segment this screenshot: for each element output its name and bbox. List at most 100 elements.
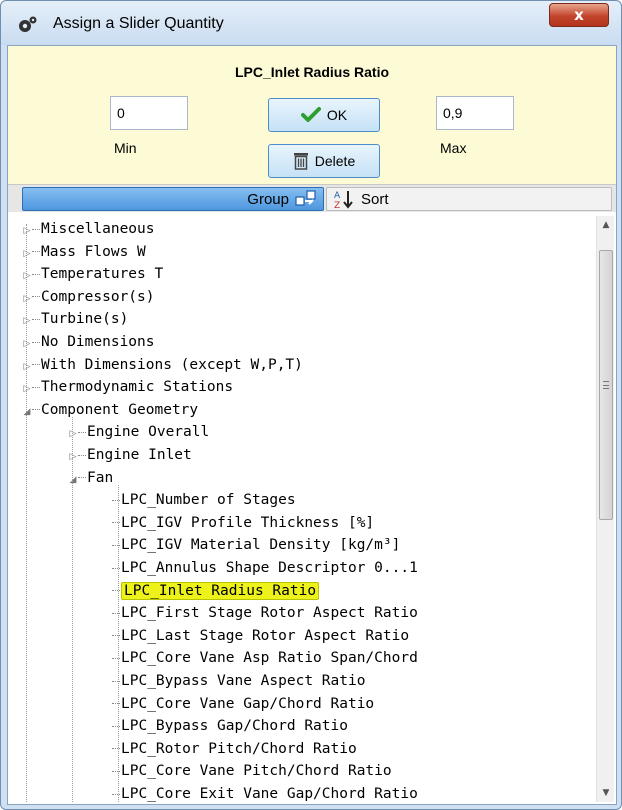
sort-button[interactable]: A Z Sort — [326, 187, 612, 211]
app-gear-icon — [19, 16, 37, 32]
expand-arrow-icon[interactable]: ▷ — [22, 378, 32, 400]
tree-node-group[interactable]: ▷ No Dimensions — [22, 331, 155, 353]
scroll-thumb[interactable] — [599, 250, 613, 520]
tree-connector — [78, 454, 86, 456]
sort-az-icon: A Z — [334, 191, 353, 209]
group-button-label: Group — [247, 190, 289, 208]
tree-item-label: Component Geometry — [41, 401, 199, 418]
svg-text:Z: Z — [334, 201, 340, 209]
tree-item-selected[interactable]: LPC_Inlet Radius Ratio — [112, 580, 320, 602]
delete-button-label: Delete — [314, 153, 356, 169]
tree-item[interactable]: LPC_Last Stage Rotor Aspect Ratio — [112, 625, 409, 647]
tree-connector — [32, 228, 40, 230]
svg-text:A: A — [334, 191, 341, 201]
scroll-up-arrow-icon[interactable]: ▲ — [597, 216, 615, 234]
tree-scrollbar[interactable]: ▲ ▼ — [596, 216, 614, 802]
trash-icon — [293, 153, 308, 170]
tree-node-subgroup[interactable]: ▷ Engine Inlet — [68, 444, 192, 466]
window-title: Assign a Slider Quantity — [53, 15, 224, 32]
tree-item-label: LPC_Core Exit Vane Gap/Chord Ratio — [121, 786, 418, 802]
tree-guide-line — [118, 485, 119, 802]
tree-item[interactable]: LPC_Rotor Pitch/Chord Ratio — [112, 738, 357, 760]
tree-node-subgroup[interactable]: ▷ Engine Overall — [68, 421, 210, 445]
tree-item[interactable]: LPC_Core Vane Gap/Chord Ratio — [112, 693, 374, 715]
tree-node-group[interactable]: ▷ With Dimensions (except W,P,T) — [22, 354, 303, 376]
grip-icon — [603, 381, 609, 389]
tree-item-label: Thermodynamic Stations — [41, 379, 234, 396]
tree-item-label: LPC_Core Vane Gap/Chord Ratio — [121, 695, 375, 712]
tree-node-group[interactable]: ▷ Temperatures T — [22, 263, 164, 287]
tree-connector — [32, 364, 40, 366]
tree-item-label: LPC_First Stage Rotor Aspect Ratio — [121, 605, 418, 622]
tree-item-label: Mass Flows W — [41, 243, 146, 260]
tree-item[interactable]: LPC_IGV Material Density [kg/m³] — [112, 534, 400, 556]
min-label: Min — [114, 140, 137, 156]
tree-item-label: LPC_Core Vane Asp Ratio Span/Chord — [121, 650, 418, 667]
quantity-tree[interactable]: ▷ Miscellaneous ▷ Mass Flows W ▷ Temperatures… — [22, 216, 596, 802]
tree-guide-line — [72, 417, 73, 802]
collapse-arrow-icon[interactable]: ◢ — [22, 401, 32, 423]
title-bar[interactable]: Assign a Slider Quantity x — [1, 1, 621, 45]
tree-item-label: With Dimensions (except W,P,T) — [41, 356, 303, 373]
max-label: Max — [440, 140, 467, 156]
close-button[interactable]: x — [549, 3, 609, 27]
tree-item-label: LPC_Inlet Radius Ratio — [121, 581, 320, 600]
tree-item[interactable]: LPC_Annulus Shape Descriptor 0...1 — [112, 557, 418, 579]
group-icon — [295, 190, 316, 206]
tree-item-label: LPC_Core Vane Pitch/Chord Ratio — [121, 763, 392, 780]
tree-node-group[interactable]: ▷ Mass Flows W — [22, 241, 146, 263]
tree-item-label: Temperatures T — [41, 266, 164, 283]
tree-item[interactable]: LPC_Core Exit Vane Gap/Chord Ratio — [112, 783, 418, 802]
tree-item-label: Engine Overall — [87, 424, 210, 441]
max-input[interactable] — [436, 96, 514, 130]
scroll-down-arrow-icon[interactable]: ▼ — [597, 784, 615, 802]
tree-node-group[interactable]: ▷ Thermodynamic Stations — [22, 376, 234, 400]
tree-connector — [32, 341, 40, 343]
tree-item[interactable]: LPC_First Stage Rotor Aspect Ratio — [112, 602, 418, 624]
tree-item[interactable]: LPC_Core Vane Pitch/Chord Ratio — [112, 760, 392, 782]
expand-arrow-icon[interactable]: ▷ — [22, 220, 32, 242]
dialog-client: LPC_Inlet Radius Ratio Min OK Delete — [7, 45, 617, 805]
tree-connector — [78, 431, 86, 433]
tree-connector — [32, 386, 40, 388]
tree-item[interactable]: LPC_IGV Profile Thickness [%] — [112, 512, 374, 534]
tree-node-group[interactable]: ▷ Turbine(s) — [22, 308, 129, 332]
expand-arrow-icon[interactable]: ▷ — [68, 446, 78, 468]
tree-item[interactable]: LPC_Bypass Gap/Chord Ratio — [112, 715, 348, 737]
quantity-title: LPC_Inlet Radius Ratio — [234, 64, 390, 80]
ok-button-label: OK — [326, 107, 348, 123]
tree-node-group[interactable]: ▷ Miscellaneous — [22, 218, 155, 240]
min-input[interactable] — [110, 96, 188, 130]
tree-toolbar: Group A Z Sort — [8, 184, 616, 212]
expand-arrow-icon[interactable]: ▷ — [22, 333, 32, 355]
tree-item-label: Miscellaneous — [41, 221, 155, 237]
expand-arrow-icon[interactable]: ▷ — [22, 243, 32, 265]
expand-arrow-icon[interactable]: ▷ — [22, 310, 32, 332]
group-button[interactable]: Group — [22, 187, 324, 211]
tree-item-label: LPC_Bypass Gap/Chord Ratio — [121, 718, 348, 735]
tree-item-label: Engine Inlet — [87, 447, 192, 463]
expand-arrow-icon[interactable]: ▷ — [68, 423, 78, 445]
collapse-arrow-icon[interactable]: ◢ — [68, 469, 78, 491]
tree-item[interactable]: LPC_Bypass Vane Aspect Ratio — [112, 670, 365, 692]
dialog-window: Assign a Slider Quantity x LPC_Inlet Rad… — [0, 0, 622, 810]
tree-item-label: LPC_Last Stage Rotor Aspect Ratio — [121, 627, 410, 644]
ok-button[interactable]: OK — [268, 98, 380, 132]
tree-connector — [32, 273, 40, 275]
tree-item-label: LPC_Annulus Shape Descriptor 0...1 — [121, 560, 418, 576]
tree-node-group[interactable]: ▷ Compressor(s) — [22, 286, 155, 308]
delete-button[interactable]: Delete — [268, 144, 380, 178]
quantity-panel: LPC_Inlet Radius Ratio Min OK Delete — [8, 46, 616, 184]
tree-item-label: No Dimensions — [41, 334, 155, 350]
tree-item[interactable]: LPC_Number of Stages — [112, 489, 296, 511]
tree-node-subgroup[interactable]: ◢ Fan — [68, 467, 114, 491]
checkmark-icon — [300, 107, 321, 122]
expand-arrow-icon[interactable]: ▷ — [22, 356, 32, 378]
tree-item-label: Turbine(s) — [41, 311, 129, 328]
tree-item-label: LPC_IGV Profile Thickness [%] — [121, 514, 375, 531]
tree-item-label: LPC_Number of Stages — [121, 492, 296, 509]
expand-arrow-icon[interactable]: ▷ — [22, 265, 32, 287]
expand-arrow-icon[interactable]: ▷ — [22, 288, 32, 310]
tree-item[interactable]: LPC_Core Vane Asp Ratio Span/Chord — [112, 647, 418, 669]
tree-node-group[interactable]: ◢ Component Geometry — [22, 399, 199, 423]
